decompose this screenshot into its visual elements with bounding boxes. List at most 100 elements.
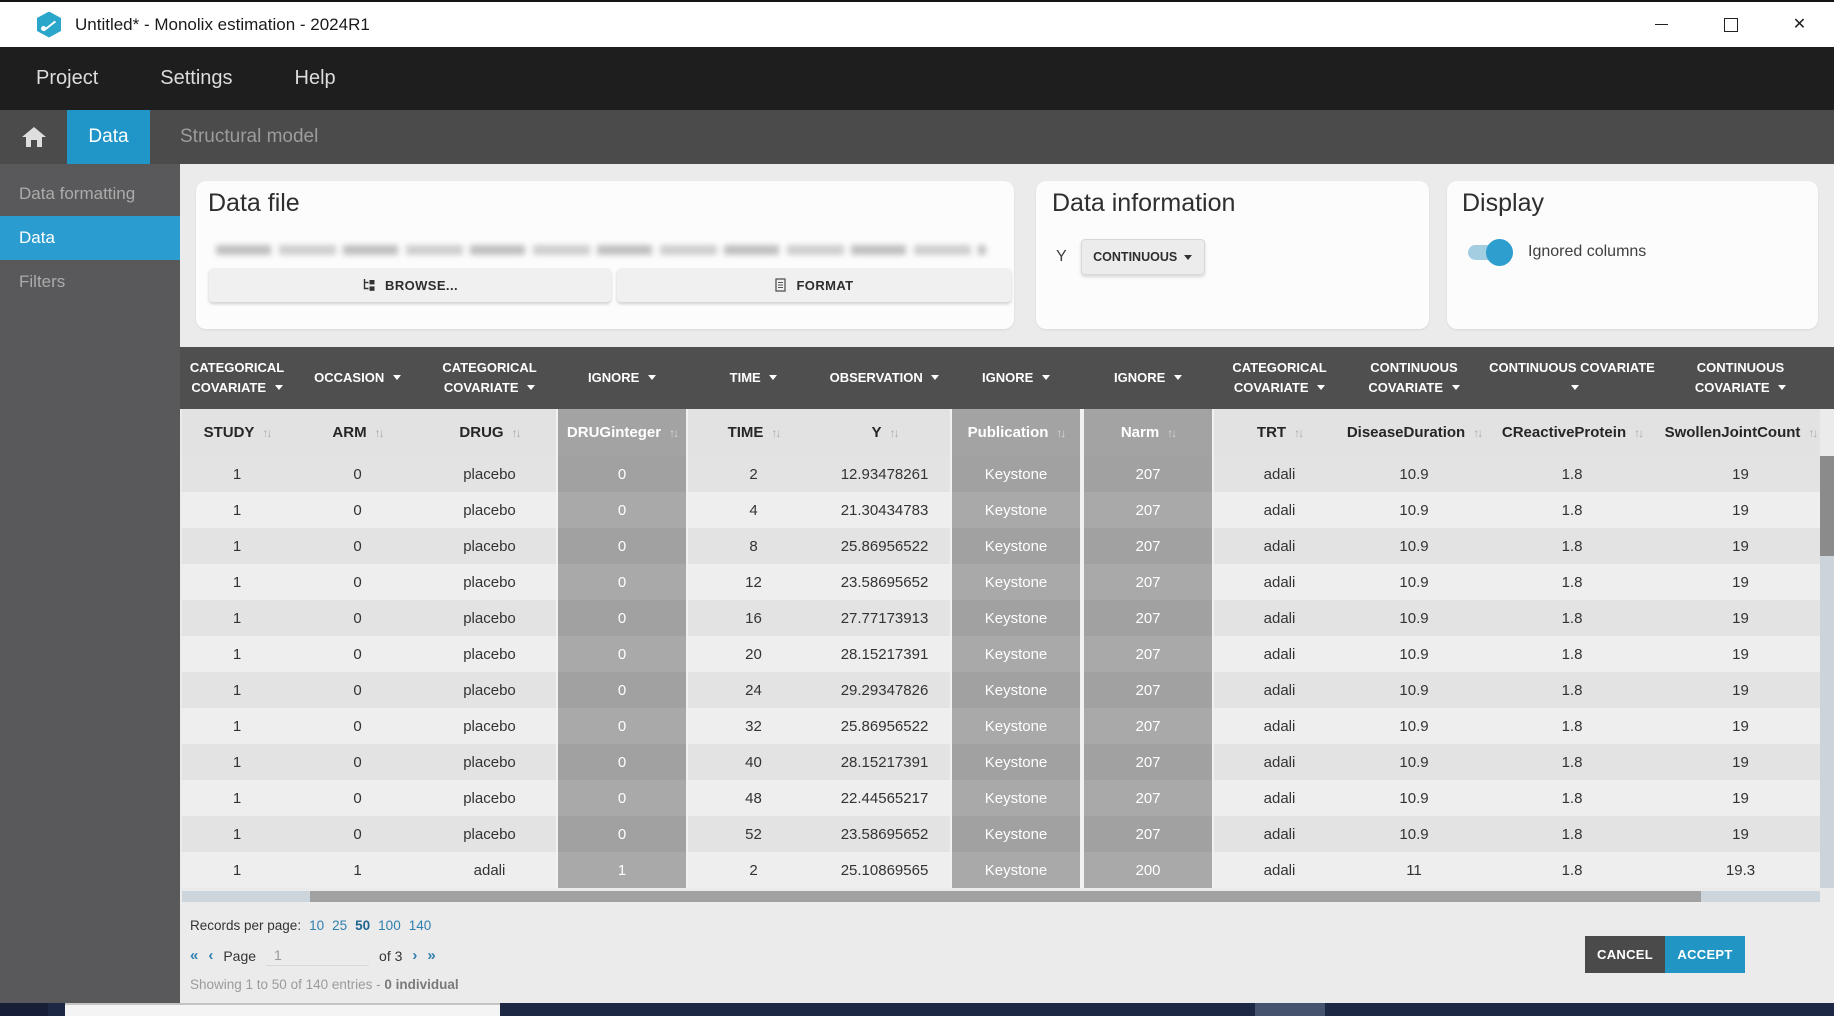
window-controls: ✕ bbox=[1627, 2, 1834, 47]
cell-ARM: 0 bbox=[292, 600, 423, 636]
cell-SwollenJointCount: 19 bbox=[1661, 600, 1820, 636]
cell-DRUG: placebo bbox=[423, 780, 556, 816]
cell-SwollenJointCount: 19 bbox=[1661, 744, 1820, 780]
sort-icon[interactable]: ↑↓ bbox=[1290, 426, 1302, 440]
column-header-SwollenJointCount[interactable]: SwollenJointCount↑↓ bbox=[1661, 409, 1820, 456]
home-tab[interactable] bbox=[0, 110, 67, 164]
cell-DRUG: placebo bbox=[423, 816, 556, 852]
column-type-dropdown-4[interactable]: TIME bbox=[688, 347, 819, 409]
cell-Publication: Keystone bbox=[950, 744, 1082, 780]
horizontal-scrollbar[interactable] bbox=[182, 891, 1820, 902]
cell-ARM: 0 bbox=[292, 816, 423, 852]
column-type-dropdown-5[interactable]: OBSERVATION bbox=[819, 347, 950, 409]
menu-help[interactable]: Help bbox=[295, 67, 336, 90]
column-type-dropdown-3[interactable]: IGNORE bbox=[556, 347, 688, 409]
column-header-Narm[interactable]: Narm↑↓ bbox=[1082, 409, 1214, 456]
last-page-button[interactable]: » bbox=[427, 947, 435, 964]
cancel-button[interactable]: CANCEL bbox=[1585, 936, 1665, 973]
sort-icon[interactable]: ↑↓ bbox=[1163, 426, 1175, 440]
column-header-DiseaseDuration[interactable]: DiseaseDuration↑↓ bbox=[1345, 409, 1483, 456]
records-option-50[interactable]: 50 bbox=[355, 918, 370, 933]
individual-count: 0 individual bbox=[384, 977, 458, 992]
records-option-10[interactable]: 10 bbox=[309, 918, 324, 933]
sort-icon[interactable]: ↑↓ bbox=[1052, 426, 1064, 440]
menu-settings[interactable]: Settings bbox=[160, 67, 232, 90]
column-header-DRUGinteger[interactable]: DRUGinteger↑↓ bbox=[556, 409, 688, 456]
column-header-TRT[interactable]: TRT↑↓ bbox=[1214, 409, 1345, 456]
previous-page-button[interactable]: ‹ bbox=[208, 947, 213, 964]
table-row: 10placebo02429.29347826Keystone207adali1… bbox=[182, 672, 1820, 708]
column-type-dropdown-11[interactable]: CONTINUOUS COVARIATE bbox=[1661, 347, 1820, 409]
cell-DRUG: placebo bbox=[423, 600, 556, 636]
column-header-ARM[interactable]: ARM↑↓ bbox=[292, 409, 423, 456]
cell-TIME: 20 bbox=[688, 636, 819, 672]
cell-TRT: adali bbox=[1214, 528, 1345, 564]
sidebar-item-data-formatting[interactable]: Data formatting bbox=[0, 172, 180, 216]
sort-icon[interactable]: ↑↓ bbox=[886, 426, 898, 440]
cell-SwollenJointCount: 19 bbox=[1661, 780, 1820, 816]
close-button[interactable]: ✕ bbox=[1765, 2, 1834, 47]
folder-tree-icon bbox=[362, 278, 376, 292]
data-file-panel: Data file BROWSE... FORMAT bbox=[196, 181, 1014, 329]
sort-icon[interactable]: ↑↓ bbox=[1804, 426, 1816, 440]
cell-ARM: 0 bbox=[292, 528, 423, 564]
tab-structural-model[interactable]: Structural model bbox=[170, 110, 328, 164]
page-number-input[interactable] bbox=[266, 945, 369, 966]
menu-project[interactable]: Project bbox=[36, 67, 98, 90]
sort-icon[interactable]: ↑↓ bbox=[767, 426, 779, 440]
column-type-dropdown-9[interactable]: CONTINUOUS COVARIATE bbox=[1345, 347, 1483, 409]
next-page-button[interactable]: › bbox=[412, 947, 417, 964]
records-option-140[interactable]: 140 bbox=[409, 918, 432, 933]
cell-ARM: 0 bbox=[292, 672, 423, 708]
minimize-button[interactable] bbox=[1627, 2, 1696, 47]
maximize-button[interactable] bbox=[1696, 2, 1765, 47]
data-information-title: Data information bbox=[1036, 181, 1429, 218]
cell-Publication: Keystone bbox=[950, 600, 1082, 636]
sidebar-item-data[interactable]: Data bbox=[0, 216, 180, 260]
y-type-dropdown[interactable]: CONTINUOUS bbox=[1081, 239, 1205, 275]
sort-icon[interactable]: ↑↓ bbox=[665, 426, 677, 440]
column-header-Publication[interactable]: Publication↑↓ bbox=[950, 409, 1082, 456]
column-header-DRUG[interactable]: DRUG↑↓ bbox=[423, 409, 556, 456]
records-per-page-label: Records per page: bbox=[190, 918, 301, 933]
sidebar-item-filters[interactable]: Filters bbox=[0, 260, 180, 304]
first-page-button[interactable]: « bbox=[190, 947, 198, 964]
caret-down-icon bbox=[1174, 375, 1182, 380]
cell-DRUG: placebo bbox=[423, 672, 556, 708]
sort-icon[interactable]: ↑↓ bbox=[508, 426, 520, 440]
column-type-dropdown-1[interactable]: OCCASION bbox=[292, 347, 423, 409]
column-type-dropdown-7[interactable]: IGNORE bbox=[1082, 347, 1214, 409]
cell-TRT: adali bbox=[1214, 600, 1345, 636]
format-button[interactable]: FORMAT bbox=[617, 268, 1011, 302]
column-type-dropdown-8[interactable]: CATEGORICAL COVARIATE bbox=[1214, 347, 1345, 409]
accept-button[interactable]: ACCEPT bbox=[1665, 936, 1745, 973]
records-option-100[interactable]: 100 bbox=[378, 918, 401, 933]
browse-button[interactable]: BROWSE... bbox=[209, 268, 611, 302]
cell-DRUGinteger: 0 bbox=[556, 492, 688, 528]
table-row: 10placebo03225.86956522Keystone207adali1… bbox=[182, 708, 1820, 744]
sort-icon[interactable]: ↑↓ bbox=[258, 426, 270, 440]
vertical-scrollbar[interactable] bbox=[1820, 456, 1834, 888]
cell-DiseaseDuration: 10.9 bbox=[1345, 528, 1483, 564]
cell-Publication: Keystone bbox=[950, 708, 1082, 744]
column-header-STUDY[interactable]: STUDY↑↓ bbox=[182, 409, 292, 456]
column-type-dropdown-6[interactable]: IGNORE bbox=[950, 347, 1082, 409]
menu-bar: Project Settings Help bbox=[0, 47, 1834, 110]
column-header-Y[interactable]: Y↑↓ bbox=[819, 409, 950, 456]
column-header-TIME[interactable]: TIME↑↓ bbox=[688, 409, 819, 456]
vertical-scrollbar-thumb[interactable] bbox=[1820, 456, 1834, 556]
column-type-dropdown-0[interactable]: CATEGORICAL COVARIATE bbox=[182, 347, 292, 409]
column-type-dropdown-10[interactable]: CONTINUOUS COVARIATE bbox=[1483, 347, 1661, 409]
sort-icon[interactable]: ↑↓ bbox=[1630, 426, 1642, 440]
column-header-CReactiveProtein[interactable]: CReactiveProtein↑↓ bbox=[1483, 409, 1661, 456]
sort-icon[interactable]: ↑↓ bbox=[1469, 426, 1481, 440]
tab-data[interactable]: Data bbox=[67, 110, 150, 164]
horizontal-scrollbar-thumb[interactable] bbox=[310, 891, 1701, 902]
sort-icon[interactable]: ↑↓ bbox=[371, 426, 383, 440]
data-table-body: 10placebo0212.93478261Keystone207adali10… bbox=[182, 456, 1820, 888]
cell-SwollenJointCount: 19 bbox=[1661, 708, 1820, 744]
close-icon: ✕ bbox=[1793, 17, 1806, 33]
column-type-dropdown-2[interactable]: CATEGORICAL COVARIATE bbox=[423, 347, 556, 409]
records-option-25[interactable]: 25 bbox=[332, 918, 347, 933]
ignored-columns-toggle[interactable] bbox=[1468, 245, 1510, 260]
